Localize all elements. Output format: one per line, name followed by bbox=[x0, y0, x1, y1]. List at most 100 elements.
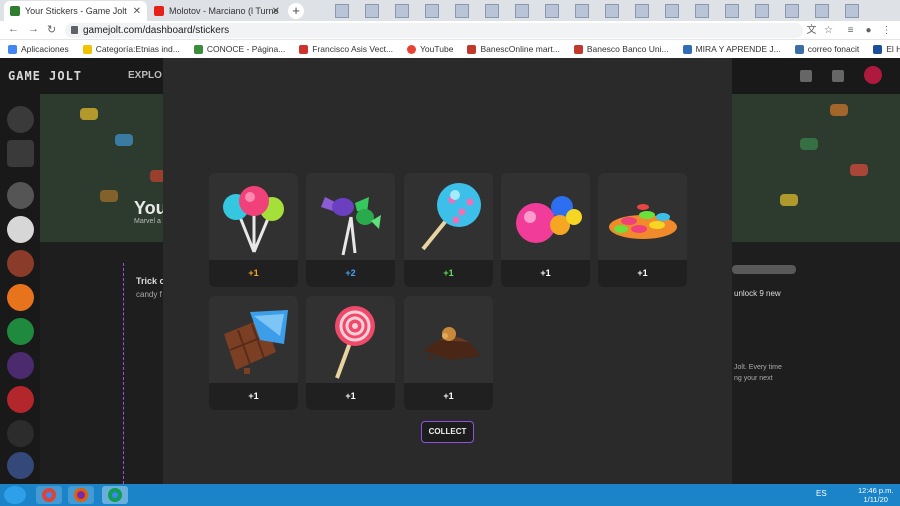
star-icon[interactable]: ☆ bbox=[822, 24, 835, 37]
sticker-count: +1 bbox=[501, 260, 590, 287]
apps-grid-icon bbox=[8, 44, 17, 54]
bookmark-label: correo fonacit bbox=[807, 44, 860, 54]
bookmark-banesconline[interactable]: BanescOnline mart... bbox=[467, 44, 560, 54]
tab-molotov[interactable]: Molotov - Marciano (l Turne ✕ bbox=[148, 1, 286, 21]
home-icon[interactable] bbox=[7, 106, 34, 133]
pin-icon bbox=[299, 44, 309, 54]
event-title: Trick o bbox=[136, 276, 166, 286]
bookmark-hombre[interactable]: El Hombre de la Ma... bbox=[873, 44, 900, 54]
forward-arrow-icon[interactable]: → bbox=[28, 23, 39, 35]
tab-title: Your Stickers - Game Jolt bbox=[25, 6, 127, 16]
menu-dots-icon[interactable]: ⋮ bbox=[880, 24, 893, 37]
back-arrow-icon[interactable]: ← bbox=[8, 23, 19, 35]
bookmark-conoce[interactable]: CONOCE - Página... bbox=[193, 44, 286, 54]
bookmark-label: YouTube bbox=[420, 44, 454, 54]
community-avatar[interactable] bbox=[7, 420, 34, 447]
banesco-icon bbox=[467, 44, 477, 54]
event-card-border bbox=[123, 263, 135, 484]
friends-icon[interactable] bbox=[832, 70, 844, 82]
community-avatar[interactable] bbox=[7, 318, 34, 345]
sticker-count: +1 bbox=[209, 383, 298, 410]
sticker-card[interactable]: +1 bbox=[209, 173, 298, 287]
library-icon[interactable] bbox=[7, 140, 34, 167]
chocolate-bar-sticker-icon bbox=[209, 296, 298, 383]
bookmark-youtube[interactable]: YouTube bbox=[407, 44, 453, 54]
url-text: gamejolt.com/dashboard/stickers bbox=[83, 25, 230, 36]
bookmark-label: El Hombre de la Ma... bbox=[886, 44, 900, 54]
sticker-count: +1 bbox=[404, 383, 493, 410]
user-avatar[interactable] bbox=[864, 66, 882, 84]
bookmark-correo[interactable]: correo fonacit bbox=[794, 44, 860, 54]
tab-title: Molotov - Marciano (l Turne bbox=[169, 6, 279, 16]
close-icon[interactable]: ✕ bbox=[272, 6, 280, 17]
bookmark-label: BanescOnline mart... bbox=[480, 44, 560, 54]
address-bar-row: ← → ↻ gamejolt.com/dashboard/stickers 文 … bbox=[0, 21, 900, 40]
community-avatar[interactable] bbox=[7, 452, 34, 479]
bookmark-label: CONOCE - Página... bbox=[206, 44, 286, 54]
explore-link[interactable]: EXPLO bbox=[128, 70, 162, 81]
bookmark-mira[interactable]: MIRA Y APRENDE J... bbox=[682, 44, 781, 54]
windows-taskbar: ES 12:46 p.m. 1/11/20 bbox=[0, 484, 900, 506]
event-subtitle: candy f bbox=[136, 290, 162, 299]
bookmark-aplicaciones[interactable]: Aplicaciones bbox=[8, 44, 69, 54]
bookmark-francisco[interactable]: Francisco Asis Vect... bbox=[299, 44, 393, 54]
sticker-card[interactable]: +1 bbox=[306, 296, 395, 410]
bookmark-icon bbox=[193, 44, 203, 54]
translate-icon[interactable]: 文 bbox=[805, 24, 818, 37]
system-clock[interactable]: 12:46 p.m. 1/11/20 bbox=[858, 486, 893, 504]
new-tab-button[interactable]: + bbox=[288, 3, 304, 19]
google-icon bbox=[407, 44, 417, 54]
bookmark-label: Banesco Banco Uni... bbox=[586, 44, 669, 54]
clock-date: 1/11/20 bbox=[863, 495, 888, 504]
mail-icon bbox=[794, 44, 804, 54]
wrapped-candies-sticker-icon bbox=[306, 173, 395, 260]
bookmark-label: MIRA Y APRENDE J... bbox=[695, 44, 781, 54]
info-text: Jolt. Every time bbox=[734, 364, 782, 371]
sticker-count: +1 bbox=[209, 260, 298, 287]
big-lollipop-sticker-icon bbox=[404, 173, 493, 260]
community-avatar[interactable] bbox=[7, 250, 34, 277]
community-avatar[interactable] bbox=[7, 284, 34, 311]
bookmark-label: Aplicaciones bbox=[21, 44, 69, 54]
sticker-card[interactable]: +1 bbox=[404, 173, 493, 287]
media-queue-icon[interactable]: ≡ bbox=[844, 24, 857, 37]
community-avatar[interactable] bbox=[7, 216, 34, 243]
info-text: ng your next bbox=[734, 375, 773, 382]
reload-icon[interactable]: ↻ bbox=[47, 23, 56, 36]
community-avatar[interactable] bbox=[7, 352, 34, 379]
windows-start-icon[interactable] bbox=[4, 486, 26, 504]
language-indicator[interactable]: ES bbox=[816, 489, 827, 498]
bookmark-banesco[interactable]: Banesco Banco Uni... bbox=[573, 44, 669, 54]
candy-pile-sticker-icon bbox=[598, 173, 687, 260]
sticker-count: +2 bbox=[306, 260, 395, 287]
megaphone-icon[interactable] bbox=[800, 70, 812, 82]
sticker-card[interactable]: +1 bbox=[404, 296, 493, 410]
bookmark-label: Francisco Asis Vect... bbox=[312, 44, 394, 54]
firefox-icon[interactable] bbox=[68, 486, 94, 504]
lollipops-sticker-icon bbox=[209, 173, 298, 260]
lock-icon bbox=[71, 26, 78, 34]
gamejolt-logo[interactable]: GAME JOLT bbox=[8, 69, 82, 83]
community-avatar[interactable] bbox=[7, 386, 34, 413]
gumballs-sticker-icon bbox=[501, 173, 590, 260]
mira-icon bbox=[682, 44, 692, 54]
chrome-icon[interactable] bbox=[36, 486, 62, 504]
sticker-card[interactable]: +1 bbox=[501, 173, 590, 287]
book-icon bbox=[873, 44, 883, 54]
flag-icon bbox=[82, 44, 92, 54]
sticker-card[interactable]: +2 bbox=[306, 173, 395, 287]
url-field[interactable]: gamejolt.com/dashboard/stickers bbox=[65, 23, 803, 38]
close-icon[interactable]: ✕ bbox=[133, 6, 141, 17]
bookmarks-bar: Aplicaciones Categoría:Etnias ind... CON… bbox=[0, 40, 900, 58]
tab-your-stickers[interactable]: Your Stickers - Game Jolt ✕ bbox=[4, 1, 147, 21]
unlock-text: unlock 9 new bbox=[734, 289, 781, 298]
account-icon[interactable]: ● bbox=[862, 24, 875, 37]
background-window-thumbnails bbox=[310, 2, 900, 20]
sticker-card[interactable]: +1 bbox=[209, 296, 298, 410]
chrome-icon[interactable] bbox=[102, 486, 128, 504]
community-avatar[interactable] bbox=[7, 182, 34, 209]
collect-button[interactable]: COLLECT bbox=[421, 421, 474, 443]
chocolate-chunk-sticker-icon bbox=[404, 296, 493, 383]
sticker-card[interactable]: +1 bbox=[598, 173, 687, 287]
bookmark-categoria[interactable]: Categoría:Etnias ind... bbox=[82, 44, 180, 54]
